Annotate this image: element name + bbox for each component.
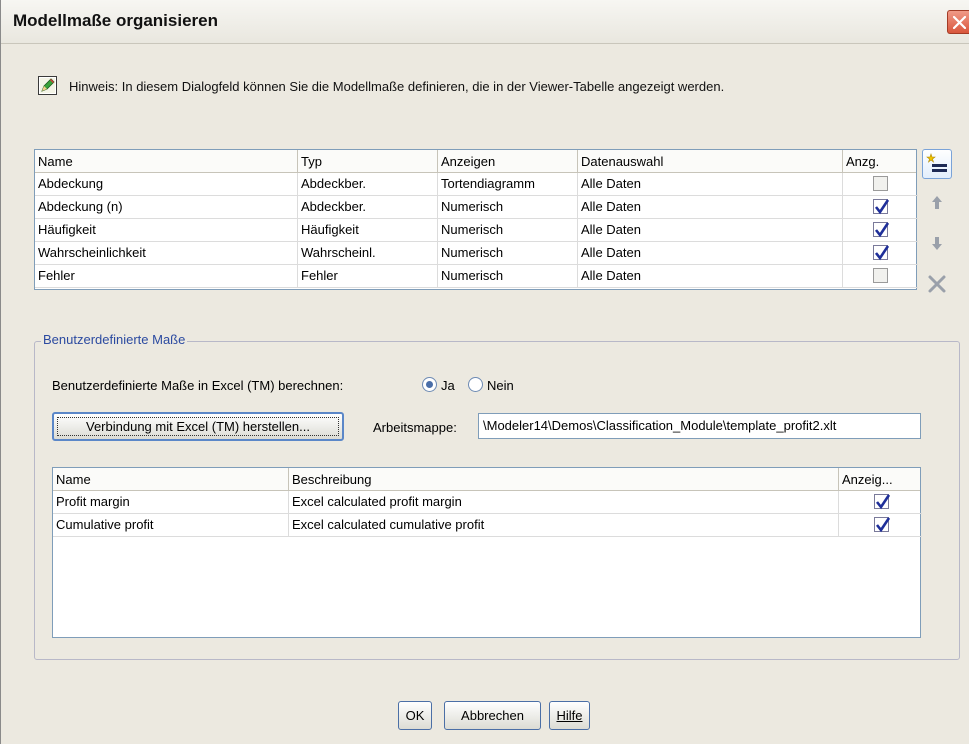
cell-name: Cumulative profit	[53, 514, 289, 537]
column-header-data-selection[interactable]: Datenauswahl	[578, 150, 843, 173]
table-row[interactable]: Cumulative profit Excel calculated cumul…	[53, 514, 922, 537]
ok-button[interactable]: OK	[398, 701, 432, 730]
show-checkbox[interactable]	[873, 199, 890, 215]
cancel-button-label: Abbrechen	[461, 708, 524, 723]
cell-display: Numerisch	[438, 265, 578, 288]
cell-type: Wahrscheinl.	[298, 242, 438, 265]
checkmark-icon	[874, 222, 890, 238]
arrow-down-icon	[932, 237, 942, 250]
cell-data-selection: Alle Daten	[578, 265, 843, 288]
help-button[interactable]: Hilfe	[549, 701, 590, 730]
cell-data-selection: Alle Daten	[578, 196, 843, 219]
hint-text: Hinweis: In diesem Dialogfeld können Sie…	[69, 79, 725, 94]
cell-show	[843, 196, 918, 219]
cell-type: Abdeckber.	[298, 196, 438, 219]
cell-show	[839, 514, 922, 537]
connect-excel-button-label: Verbindung mit Excel (TM) herstellen...	[86, 419, 310, 434]
close-button[interactable]	[947, 10, 969, 34]
cell-show	[843, 219, 918, 242]
column-header-show[interactable]: Anzg.	[843, 150, 918, 173]
dialog-window: Modellmaße organisieren Hinweis: In dies…	[0, 0, 969, 744]
cell-name: Abdeckung	[35, 173, 298, 196]
cell-display: Numerisch	[438, 219, 578, 242]
cell-show	[843, 242, 918, 265]
radio-no-label[interactable]: Nein	[487, 378, 514, 393]
checkmark-icon	[875, 517, 891, 533]
radio-yes[interactable]	[422, 377, 437, 392]
cell-name: Fehler	[35, 265, 298, 288]
show-checkbox[interactable]	[874, 517, 891, 533]
show-checkbox[interactable]	[874, 494, 891, 510]
cell-display: Numerisch	[438, 196, 578, 219]
window-title: Modellmaße organisieren	[13, 11, 218, 30]
cell-data-selection: Alle Daten	[578, 242, 843, 265]
show-checkbox[interactable]	[873, 268, 888, 283]
table-row[interactable]: Wahrscheinlichkeit Wahrscheinl. Numerisc…	[35, 242, 918, 265]
cell-data-selection: Alle Daten	[578, 219, 843, 242]
checkmark-icon	[875, 494, 891, 510]
column-header-name[interactable]: Name	[35, 150, 298, 173]
column-header-display[interactable]: Anzeigen	[438, 150, 578, 173]
table-row[interactable]: Abdeckung Abdeckber. Tortendiagramm Alle…	[35, 173, 918, 196]
table-row[interactable]: Profit margin Excel calculated profit ma…	[53, 491, 922, 514]
cell-type: Häufigkeit	[298, 219, 438, 242]
help-button-label: Hilfe	[556, 708, 583, 723]
cell-show	[839, 491, 922, 514]
cell-display: Numerisch	[438, 242, 578, 265]
table-header: Name Typ Anzeigen Datenauswahl Anzg.	[35, 150, 916, 173]
checkmark-icon	[874, 199, 890, 215]
pencil-note-icon	[38, 76, 57, 95]
table-row[interactable]: Abdeckung (n) Abdeckber. Numerisch Alle …	[35, 196, 918, 219]
cell-show	[843, 173, 918, 196]
workbook-label: Arbeitsmappe:	[373, 420, 457, 435]
cell-show	[843, 265, 918, 288]
delete-icon	[928, 275, 946, 293]
column-header-name[interactable]: Name	[53, 468, 289, 491]
cell-data-selection: Alle Daten	[578, 173, 843, 196]
cell-name: Häufigkeit	[35, 219, 298, 242]
cell-name: Wahrscheinlichkeit	[35, 242, 298, 265]
move-up-button[interactable]	[922, 188, 952, 218]
arrow-up-icon	[932, 196, 942, 209]
table-row[interactable]: Häufigkeit Häufigkeit Numerisch Alle Dat…	[35, 219, 918, 242]
cell-display: Tortendiagramm	[438, 173, 578, 196]
custom-measures-table: Name Beschreibung Anzeig... Profit margi…	[52, 467, 922, 638]
checkmark-icon	[874, 245, 890, 261]
delete-row-button[interactable]	[922, 268, 952, 298]
ok-button-label: OK	[405, 708, 425, 723]
cell-name: Profit margin	[53, 491, 289, 514]
add-row-button[interactable]	[922, 149, 952, 179]
new-row-icon	[926, 153, 947, 172]
connect-excel-button[interactable]: Verbindung mit Excel (TM) herstellen...	[52, 412, 344, 441]
close-icon	[953, 16, 966, 29]
column-header-description[interactable]: Beschreibung	[289, 468, 839, 491]
show-checkbox[interactable]	[873, 176, 888, 191]
title-bar: Modellmaße organisieren	[1, 0, 969, 44]
cell-type: Abdeckber.	[298, 173, 438, 196]
radio-yes-label[interactable]: Ja	[441, 378, 455, 393]
table-header: Name Beschreibung Anzeig...	[53, 468, 920, 491]
table-row[interactable]: Fehler Fehler Numerisch Alle Daten	[35, 265, 918, 288]
column-header-show[interactable]: Anzeig...	[839, 468, 922, 491]
radio-selected-dot	[426, 381, 433, 388]
cell-name: Abdeckung (n)	[35, 196, 298, 219]
cell-description: Excel calculated cumulative profit	[289, 514, 839, 537]
measures-table: Name Typ Anzeigen Datenauswahl Anzg. Abd…	[34, 149, 918, 290]
workbook-path-input[interactable]: \Modeler14\Demos\Classification_Module\t…	[478, 413, 921, 439]
show-checkbox[interactable]	[873, 245, 890, 261]
move-down-button[interactable]	[922, 228, 952, 258]
radio-no[interactable]	[468, 377, 483, 392]
custom-measures-group-label: Benutzerdefinierte Maße	[41, 332, 188, 347]
compute-in-excel-label: Benutzerdefinierte Maße in Excel (TM) be…	[52, 378, 344, 393]
cell-description: Excel calculated profit margin	[289, 491, 839, 514]
show-checkbox[interactable]	[873, 222, 890, 238]
cancel-button[interactable]: Abbrechen	[444, 701, 541, 730]
cell-type: Fehler	[298, 265, 438, 288]
column-header-type[interactable]: Typ	[298, 150, 438, 173]
